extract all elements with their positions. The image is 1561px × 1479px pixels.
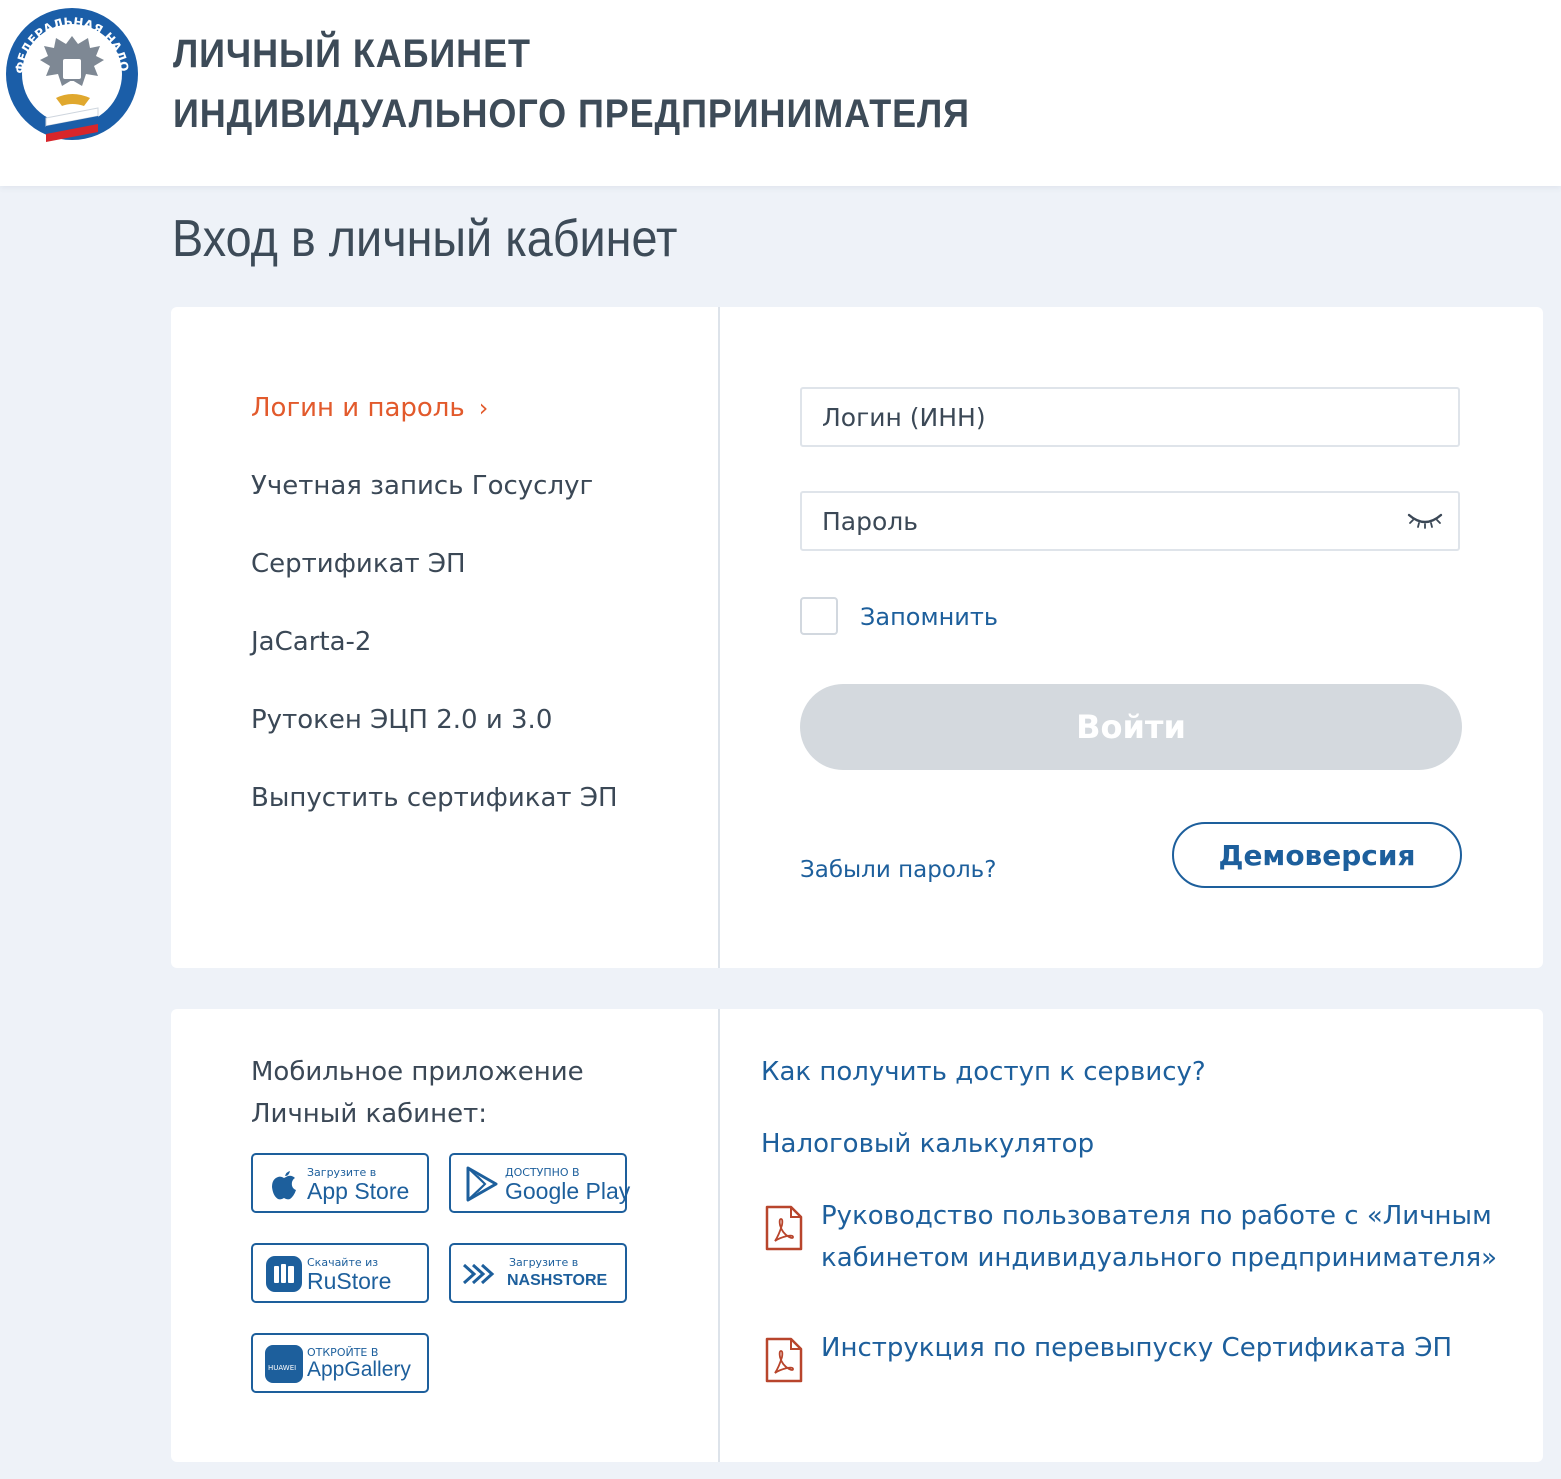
method-gosuslugi[interactable]: Учетная запись Госуслуг [251,467,618,545]
header-title-line1: ЛИЧНЫЙ КАБИНЕТ [173,32,531,76]
site-header: ФЕДЕРАЛЬНАЯ НАЛОГОВАЯ СЛУЖБА ЛИЧНЫЙ КАБИ… [0,0,1561,186]
header-title: ЛИЧНЫЙ КАБИНЕТ ИНДИВИДУАЛЬНОГО ПРЕДПРИНИ… [173,24,970,144]
rustore-badge[interactable]: Скачайте из RuStore [251,1243,429,1303]
method-label: Выпустить сертификат ЭП [251,783,618,813]
mobile-title-line1: Мобильное приложение [251,1057,584,1087]
google-play-icon [466,1166,498,1202]
method-issue-certificate[interactable]: Выпустить сертификат ЭП [251,779,618,857]
mobile-title-line2: Личный кабинет: [251,1099,487,1129]
method-label: Сертификат ЭП [251,549,466,579]
remember-checkbox[interactable] [800,597,838,635]
login-field [800,387,1460,447]
demo-button[interactable]: Демоверсия [1172,822,1462,888]
card-divider [718,307,720,968]
method-label: Учетная запись Госуслуг [251,471,594,501]
method-rutoken[interactable]: Рутокен ЭЦП 2.0 и 3.0 [251,701,618,779]
login-methods-list: Логин и пароль › Учетная запись Госуслуг … [251,389,618,857]
remember-label[interactable]: Запомнить [860,597,998,637]
store-name: App Store [307,1178,410,1204]
huawei-brand: HUAWEI [268,1364,297,1372]
pdf-icon [765,1205,803,1251]
method-label: JaCarta-2 [251,627,372,657]
appgallery-badge[interactable]: HUAWEI ОТКРОЙТЕ В AppGallery [251,1333,429,1393]
page-title: Вход в личный кабинет [172,210,678,268]
store-caption: Загрузите в [509,1256,579,1269]
method-certificate[interactable]: Сертификат ЭП [251,545,618,623]
instruction-text: Инструкция по перевыпуску Сертификата ЭП [821,1333,1453,1363]
forgot-password-link[interactable]: Забыли пароль? [800,857,996,883]
pdf-icon [765,1337,803,1383]
nashstore-icon [462,1263,495,1285]
access-link[interactable]: Как получить доступ к сервису? [761,1051,1206,1093]
password-input[interactable] [802,493,1382,549]
method-label: Логин и пароль [251,393,465,423]
header-title-line2: ИНДИВИДУАЛЬНОГО ПРЕДПРИНИМАТЕЛЯ [173,92,970,136]
store-name: Google Play [505,1178,631,1204]
app-store-badge[interactable]: Загрузите в App Store [251,1153,429,1213]
user-guide-text: Руководство пользователя по работе с «Ли… [821,1195,1497,1279]
calculator-link[interactable]: Налоговый калькулятор [761,1123,1094,1165]
method-login-password[interactable]: Логин и пароль › [251,389,618,467]
login-input[interactable] [802,389,1382,445]
store-name: NASHSTORE [507,1272,608,1289]
rustore-icon [266,1256,302,1292]
method-jacarta[interactable]: JaCarta-2 [251,623,618,701]
mobile-app-title: Мобильное приложение Личный кабинет: [251,1051,584,1135]
login-button[interactable]: Войти [800,684,1462,770]
chevron-right-icon: › [478,394,489,422]
password-field [800,491,1460,551]
google-play-badge[interactable]: ДОСТУПНО В Google Play [449,1153,631,1213]
info-card: Мобильное приложение Личный кабинет: Заг… [171,1009,1543,1462]
login-card: Логин и пароль › Учетная запись Госуслуг … [171,307,1543,968]
apple-icon [272,1171,296,1200]
store-name: RuStore [307,1268,392,1294]
nashstore-badge[interactable]: Загрузите в NASHSTORE [449,1243,627,1303]
method-label: Рутокен ЭЦП 2.0 и 3.0 [251,705,553,735]
eye-closed-icon[interactable] [1406,509,1444,533]
fns-logo-icon[interactable]: ФЕДЕРАЛЬНАЯ НАЛОГОВАЯ СЛУЖБА [4,6,140,146]
user-guide-line2: кабинетом индивидуального предпринимател… [821,1243,1498,1273]
store-name: AppGallery [307,1358,411,1381]
user-guide-line1: Руководство пользователя по работе с «Ли… [821,1201,1492,1231]
card-divider [718,1009,720,1462]
huawei-icon: HUAWEI [265,1345,303,1383]
